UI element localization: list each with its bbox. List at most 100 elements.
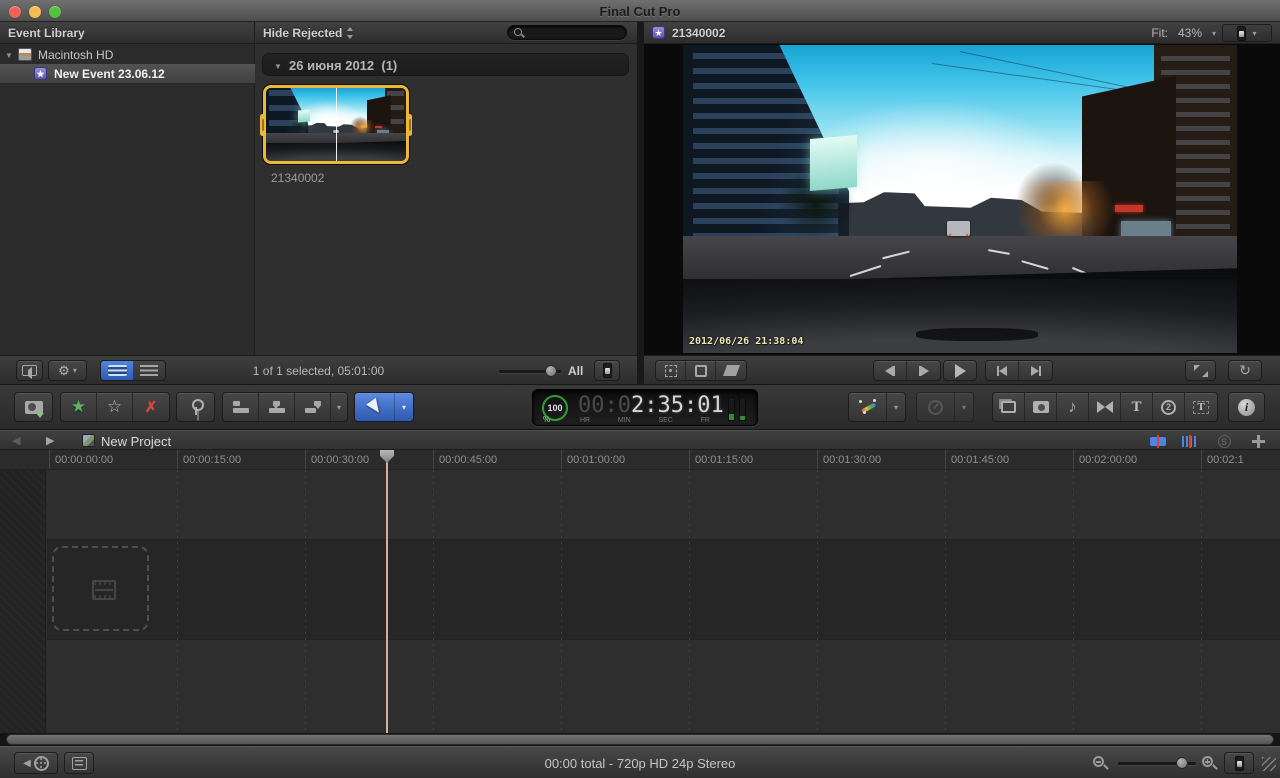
frame-step-group — [873, 360, 941, 381]
effects-browser-button[interactable] — [993, 393, 1025, 421]
duration-slider-knob[interactable] — [545, 365, 557, 377]
skimming-icon — [1150, 437, 1166, 446]
music-browser-button[interactable]: ♪ — [1057, 393, 1089, 421]
tool-caret-icon: ▾ — [402, 403, 406, 412]
themes-browser-button[interactable]: T — [1185, 393, 1217, 421]
play-button[interactable] — [943, 360, 977, 381]
enhancements-button[interactable]: ▾ — [848, 392, 906, 422]
timeline-scrollbar-track[interactable] — [0, 733, 1280, 746]
project-duration-status: 00:00 total - 720p HD 24p Stereo — [0, 756, 1280, 771]
snapping-toggle[interactable] — [1244, 433, 1272, 449]
event-library-header: Event Library — [0, 22, 255, 44]
clip-thumbnail[interactable] — [263, 85, 409, 164]
edit-options-caret-button[interactable]: ▾ — [331, 393, 347, 421]
empty-storyline-placeholder[interactable] — [52, 546, 149, 631]
sidebar-item-new-event[interactable]: ★ New Event 23.06.12 — [0, 64, 255, 83]
clip-appearance-button-timeline[interactable] — [1224, 752, 1254, 774]
zoom-out-button[interactable] — [1093, 756, 1104, 767]
snapping-icon — [1252, 435, 1265, 448]
clip-name-label: 21340002 — [271, 171, 324, 185]
hard-drive-icon — [18, 48, 32, 61]
previous-frame-button[interactable] — [874, 361, 907, 380]
fullscreen-button[interactable] — [1185, 360, 1216, 381]
timeline-area[interactable] — [0, 470, 1280, 733]
timecode-display[interactable]: 100% 00:02:35:01 HR MIN SEC FR — [532, 389, 758, 426]
solo-toggle[interactable]: S — [1210, 433, 1238, 449]
ruler-label: 00:02:1 — [1207, 454, 1244, 466]
next-edit-button[interactable] — [1019, 361, 1052, 380]
search-icon — [514, 28, 522, 36]
inspector-button[interactable]: i — [1228, 392, 1265, 422]
import-media-button[interactable] — [14, 392, 53, 422]
background-tasks-dial[interactable]: 100% — [542, 395, 568, 421]
titles-browser-button[interactable]: T — [1121, 393, 1153, 421]
audio-meters[interactable] — [728, 397, 746, 421]
ruler-label: 00:01:45:00 — [951, 454, 1009, 466]
timeline-forward-button[interactable]: ▶ — [46, 434, 54, 447]
clip-appearance-button[interactable] — [594, 360, 620, 381]
timeline-header: ◀ ▶ New Project S — [0, 430, 1280, 450]
search-input[interactable] — [507, 25, 627, 40]
zoom-in-button[interactable] — [1202, 756, 1213, 767]
connect-edit-button[interactable] — [223, 393, 259, 421]
unrate-button[interactable]: ☆ — [97, 393, 133, 421]
playhead-line[interactable] — [386, 450, 388, 733]
audio-skimming-icon — [1182, 436, 1198, 447]
panel-divider[interactable] — [637, 22, 644, 385]
distort-button[interactable] — [716, 361, 746, 380]
loop-playback-button[interactable]: ↻ — [1228, 360, 1262, 381]
enhancements-caret-icon: ▾ — [894, 403, 898, 412]
clip-star-icon: ★ — [652, 26, 665, 39]
next-edit-icon — [1031, 366, 1039, 376]
reject-x-icon: ✗ — [145, 398, 158, 416]
transitions-browser-button[interactable] — [1089, 393, 1121, 421]
disclosure-triangle-icon[interactable]: ▼ — [5, 51, 13, 60]
updown-arrows-icon — [347, 27, 354, 39]
reject-button[interactable]: ✗ — [133, 393, 169, 421]
zoom-out-icon — [1093, 756, 1104, 767]
effects-icon — [1001, 401, 1016, 413]
zoom-level-popup[interactable]: 43% — [1178, 26, 1202, 40]
trim-handle-left[interactable] — [260, 114, 265, 136]
zoom-slider-knob[interactable] — [1176, 757, 1188, 769]
ruler-label: 00:00:45:00 — [439, 454, 497, 466]
thumbnail-duration-slider[interactable] — [499, 370, 561, 373]
viewer-transport-bar: ↻ — [644, 355, 1280, 385]
filter-popup[interactable]: Hide Rejected — [263, 26, 354, 40]
project-name: New Project — [101, 434, 171, 449]
photos-browser-button[interactable] — [1025, 393, 1057, 421]
distort-icon — [722, 365, 739, 376]
tool-select-button[interactable]: ▾ — [354, 392, 414, 422]
switch-icon — [603, 363, 612, 378]
previous-edit-button[interactable] — [986, 361, 1019, 380]
retime-caret-icon: ▾ — [962, 403, 966, 412]
sidebar-item-macintosh-hd[interactable]: ▼ Macintosh HD — [0, 46, 255, 64]
timeline-scrollbar-thumb[interactable] — [6, 734, 1274, 745]
window-titlebar[interactable]: Final Cut Pro — [0, 0, 1280, 22]
viewer-options-button[interactable]: ▾ — [1222, 24, 1272, 42]
timeline-zoom-slider[interactable] — [1118, 762, 1196, 765]
append-edit-button[interactable] — [295, 393, 331, 421]
video-skimming-toggle[interactable] — [1144, 433, 1172, 449]
keyword-editor-button[interactable] — [176, 392, 215, 422]
insert-edit-button[interactable] — [259, 393, 295, 421]
crop-icon — [695, 365, 707, 377]
viewer-video-area[interactable]: 2012/06/26 21:38:04 — [644, 44, 1280, 355]
group-disclosure-icon[interactable]: ▼ — [274, 62, 282, 71]
timeline-back-button[interactable]: ◀ — [12, 434, 20, 447]
next-frame-button[interactable] — [907, 361, 940, 380]
event-group-header[interactable]: ▼ 26 июня 2012 (1) — [262, 53, 629, 76]
timeline-ruler[interactable]: 00:00:00:00 00:00:15:00 00:00:30:00 00:0… — [0, 450, 1280, 470]
ruler-label: 00:02:00:00 — [1079, 454, 1137, 466]
favorite-button[interactable]: ★ — [61, 393, 97, 421]
generators-browser-button[interactable]: 2 — [1153, 393, 1185, 421]
ruler-label: 00:00:00:00 — [55, 454, 113, 466]
crop-button[interactable] — [686, 361, 716, 380]
trim-handle-right[interactable] — [407, 114, 412, 136]
import-camera-icon — [25, 401, 43, 414]
audio-skimming-toggle[interactable] — [1176, 433, 1204, 449]
ruler-label: 00:00:15:00 — [183, 454, 241, 466]
resize-grip[interactable] — [1262, 757, 1276, 771]
retime-button[interactable]: ▾ — [916, 392, 974, 422]
transform-button[interactable] — [656, 361, 686, 380]
